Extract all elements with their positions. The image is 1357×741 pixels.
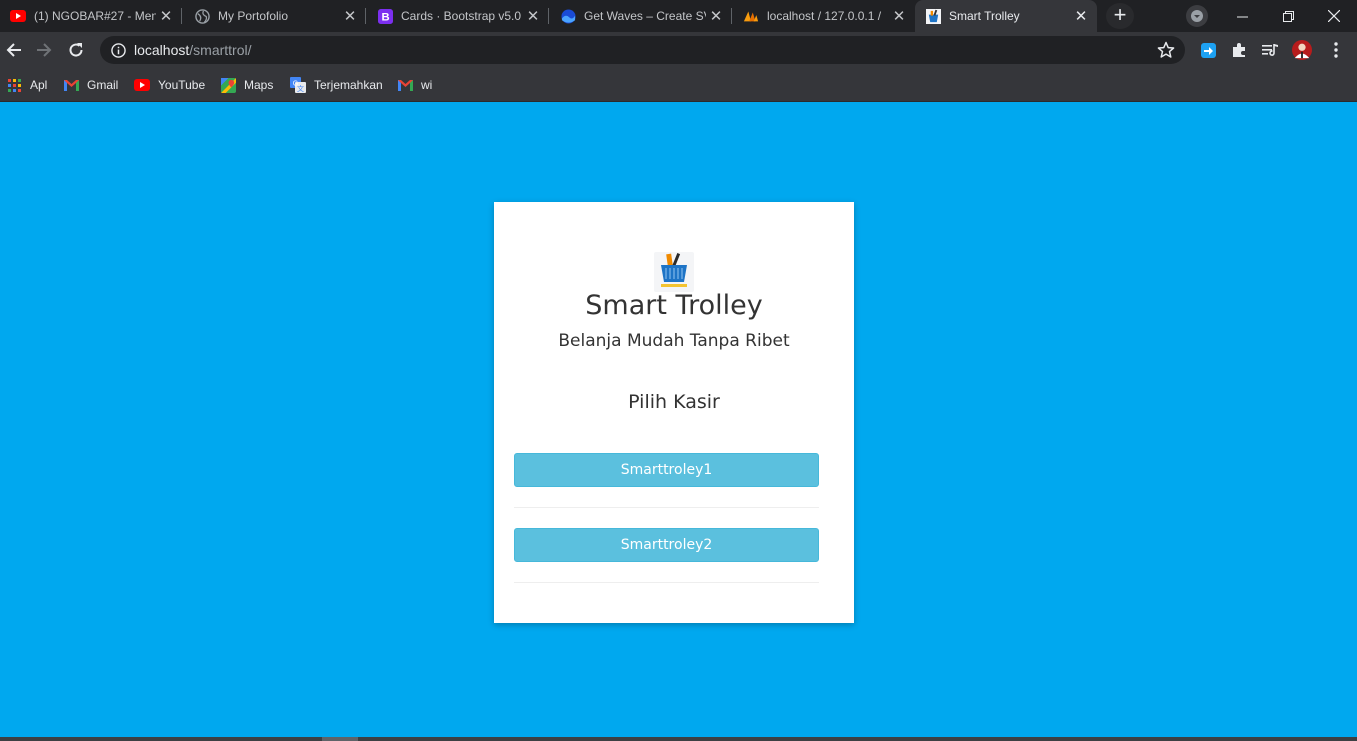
forward-button[interactable] bbox=[30, 36, 58, 64]
tab-strip: (1) NGOBAR#27 - Men ✕ My Portofolio ✕ B … bbox=[0, 0, 1357, 32]
app-subtitle: Belanja Mudah Tanpa Ribet bbox=[558, 331, 790, 351]
tab-search-button[interactable] bbox=[1186, 5, 1208, 27]
browser-tab[interactable]: B Cards · Bootstrap v5.0 ✕ bbox=[367, 0, 549, 32]
kasir-button-smarttroley1[interactable]: Smarttroley1 bbox=[514, 453, 819, 487]
phpmyadmin-icon bbox=[743, 8, 759, 24]
divider bbox=[514, 507, 819, 508]
horizontal-scrollbar[interactable] bbox=[0, 737, 1357, 741]
gmail-icon bbox=[397, 77, 413, 93]
back-button[interactable] bbox=[0, 36, 28, 64]
bookmark-star-icon[interactable] bbox=[1157, 41, 1175, 59]
tab-title: Get Waves – Create SV bbox=[584, 9, 706, 23]
smart-trolley-logo bbox=[654, 252, 694, 292]
smart-trolley-favicon bbox=[925, 8, 941, 24]
tab-title: localhost / 127.0.0.1 / bbox=[767, 9, 882, 23]
url-text: localhost/smarttrol/ bbox=[134, 42, 252, 58]
scrollbar-thumb[interactable] bbox=[322, 737, 358, 741]
page-viewport: Smart Trolley Belanja Mudah Tanpa Ribet … bbox=[0, 102, 1357, 737]
site-info-icon[interactable] bbox=[110, 42, 126, 58]
bookmark-item-apl[interactable]: Apl bbox=[6, 75, 47, 95]
url-host: localhost bbox=[134, 42, 190, 58]
profile-avatar[interactable] bbox=[1292, 40, 1312, 60]
extension-icon[interactable] bbox=[1198, 40, 1218, 60]
tab-separator bbox=[731, 8, 732, 24]
youtube-icon bbox=[134, 77, 150, 93]
browser-tab-active[interactable]: Smart Trolley ✕ bbox=[915, 0, 1097, 32]
bookmark-item-gmail[interactable]: Gmail bbox=[63, 75, 118, 95]
kasir-button-smarttroley2[interactable]: Smarttroley2 bbox=[514, 528, 819, 562]
browser-tab[interactable]: (1) NGOBAR#27 - Men ✕ bbox=[0, 0, 182, 32]
tab-title: Cards · Bootstrap v5.0 bbox=[401, 9, 522, 23]
reload-button[interactable] bbox=[62, 36, 90, 64]
close-tab-icon[interactable]: ✕ bbox=[1071, 7, 1091, 25]
restore-icon bbox=[1282, 10, 1294, 22]
browser-tab[interactable]: My Portofolio ✕ bbox=[184, 0, 366, 32]
tab-separator bbox=[548, 8, 549, 24]
bookmark-label: wi bbox=[421, 78, 433, 92]
menu-kebab-icon[interactable] bbox=[1326, 40, 1346, 60]
globe-icon bbox=[194, 8, 210, 24]
bookmark-item-terjemahkan[interactable]: G文 Terjemahkan bbox=[290, 75, 383, 95]
minimize-icon bbox=[1236, 16, 1248, 17]
bookmark-item-maps[interactable]: Maps bbox=[220, 75, 273, 95]
media-control-icon[interactable] bbox=[1260, 40, 1280, 60]
close-window-button[interactable] bbox=[1311, 0, 1357, 32]
extensions-puzzle-icon[interactable] bbox=[1229, 40, 1249, 60]
reload-icon bbox=[69, 43, 83, 57]
tab-title: Smart Trolley bbox=[949, 9, 1020, 23]
new-tab-button[interactable]: + bbox=[1106, 3, 1134, 29]
browser-tab[interactable]: localhost / 127.0.0.1 / ✕ bbox=[733, 0, 915, 32]
pilih-kasir-heading: Pilih Kasir bbox=[628, 391, 720, 413]
tab-title: (1) NGOBAR#27 - Men bbox=[34, 9, 156, 23]
close-tab-icon[interactable]: ✕ bbox=[156, 7, 176, 25]
minimize-button[interactable] bbox=[1219, 0, 1265, 32]
maps-icon bbox=[220, 77, 236, 93]
waves-icon bbox=[560, 8, 576, 24]
app-title: Smart Trolley bbox=[585, 290, 763, 321]
bookmark-label: Apl bbox=[30, 78, 48, 92]
kasir-card: Smart Trolley Belanja Mudah Tanpa Ribet … bbox=[494, 202, 854, 623]
bootstrap-icon: B bbox=[377, 8, 393, 24]
tab-separator bbox=[181, 8, 182, 24]
svg-text:B: B bbox=[381, 11, 389, 23]
arrow-right-icon bbox=[37, 43, 52, 57]
bookmark-label: Gmail bbox=[87, 78, 119, 92]
youtube-icon bbox=[10, 8, 26, 24]
bookmark-label: Maps bbox=[244, 78, 274, 92]
gmail-icon bbox=[63, 77, 79, 93]
bookmark-item-youtube[interactable]: YouTube bbox=[134, 75, 205, 95]
tab-title: My Portofolio bbox=[218, 9, 289, 23]
divider bbox=[514, 582, 819, 583]
browser-toolbar: localhost/smarttrol/ bbox=[0, 32, 1357, 68]
apps-grid-icon bbox=[6, 77, 22, 93]
close-tab-icon[interactable]: ✕ bbox=[706, 7, 726, 25]
bookmarks-bar: Apl Gmail YouTube Maps G文 Terjemahkan wi bbox=[0, 68, 1357, 102]
close-icon bbox=[1328, 10, 1340, 22]
browser-tab[interactable]: Get Waves – Create SV ✕ bbox=[550, 0, 732, 32]
address-bar[interactable]: localhost/smarttrol/ bbox=[100, 36, 1185, 64]
chevron-down-icon bbox=[1191, 10, 1203, 22]
restore-button[interactable] bbox=[1265, 0, 1311, 32]
bookmark-label: YouTube bbox=[158, 78, 206, 92]
bookmark-label: Terjemahkan bbox=[314, 78, 383, 92]
close-tab-icon[interactable]: ✕ bbox=[523, 7, 543, 25]
tab-separator bbox=[365, 8, 366, 24]
bookmark-item-wi[interactable]: wi bbox=[397, 75, 432, 95]
translate-icon: G文 bbox=[290, 77, 306, 93]
close-tab-icon[interactable]: ✕ bbox=[340, 7, 360, 25]
arrow-left-icon bbox=[6, 43, 21, 57]
url-path: /smarttrol/ bbox=[189, 42, 252, 58]
close-tab-icon[interactable]: ✕ bbox=[889, 7, 909, 25]
svg-text:文: 文 bbox=[297, 84, 304, 93]
